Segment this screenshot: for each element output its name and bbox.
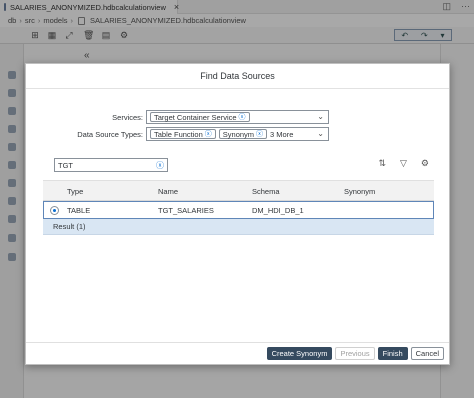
column-header-synonym[interactable]: Synonym — [344, 187, 375, 196]
column-header-schema[interactable]: Schema — [252, 187, 280, 196]
row-select-radio[interactable] — [50, 206, 59, 215]
table-header: Type Name Schema Synonym — [43, 180, 434, 201]
services-row: Services: Target Container Service ⓧ ⌄ — [26, 110, 329, 124]
dialog-header: Find Data Sources — [26, 64, 449, 89]
token-label: Synonym — [222, 129, 255, 139]
result-count: Result (1) — [53, 222, 86, 231]
sort-icon[interactable]: ⇅ — [378, 158, 386, 169]
chevron-down-icon[interactable]: ⌄ — [317, 112, 324, 121]
table-row[interactable]: TABLE TGT_SALARIES DM_HDI_DB_1 — [43, 201, 434, 219]
search-value: TGT — [58, 160, 73, 170]
cell-name: TGT_SALARIES — [158, 206, 214, 215]
previous-button[interactable]: Previous — [335, 347, 375, 360]
column-header-name[interactable]: Name — [158, 187, 178, 196]
services-multicombobox[interactable]: Target Container Service ⓧ ⌄ — [146, 110, 329, 124]
cell-type: TABLE — [67, 206, 91, 215]
chevron-down-icon[interactable]: ⌄ — [317, 129, 324, 138]
service-token[interactable]: Target Container Service ⓧ — [150, 112, 250, 122]
dialog-title: Find Data Sources — [200, 71, 275, 81]
cell-schema: DM_HDI_DB_1 — [252, 206, 304, 215]
token-label: Target Container Service — [154, 112, 237, 122]
settings-icon[interactable]: ⚙ — [421, 158, 429, 169]
search-input[interactable]: TGT ⓧ — [54, 158, 168, 172]
data-sources-table: Type Name Schema Synonym TABLE TGT_SALAR… — [43, 180, 434, 235]
remove-token-icon[interactable]: ⓧ — [205, 129, 212, 139]
more-tokens-link[interactable]: 3 More — [270, 130, 293, 139]
data-source-types-label: Data Source Types: — [77, 129, 143, 139]
token-label: Table Function — [154, 129, 203, 139]
remove-token-icon[interactable]: ⓧ — [239, 112, 246, 122]
finish-button[interactable]: Finish — [377, 347, 408, 360]
data-source-types-multicombobox[interactable]: Table Function ⓧ Synonym ⓧ 3 More ⌄ — [146, 127, 329, 141]
dialog-footer: Create Synonym Previous Finish Cancel — [26, 342, 449, 364]
data-source-type-token[interactable]: Table Function ⓧ — [150, 129, 216, 139]
services-label: Services: — [112, 112, 143, 122]
filter-icon[interactable]: ▽ — [400, 158, 407, 169]
remove-token-icon[interactable]: ⓧ — [256, 129, 263, 139]
clear-icon[interactable]: ⓧ — [156, 160, 164, 171]
result-count-bar: Result (1) — [43, 219, 434, 235]
column-header-type[interactable]: Type — [67, 187, 83, 196]
find-data-sources-dialog: Find Data Sources Services: Target Conta… — [25, 63, 450, 365]
data-source-types-row: Data Source Types: Table Function ⓧ Syno… — [26, 127, 329, 141]
cancel-button[interactable]: Cancel — [410, 347, 444, 360]
create-synonym-button[interactable]: Create Synonym — [266, 347, 333, 360]
table-toolbar: ⇅ ▽ ⚙ — [378, 158, 429, 169]
data-source-type-token[interactable]: Synonym ⓧ — [218, 129, 268, 139]
